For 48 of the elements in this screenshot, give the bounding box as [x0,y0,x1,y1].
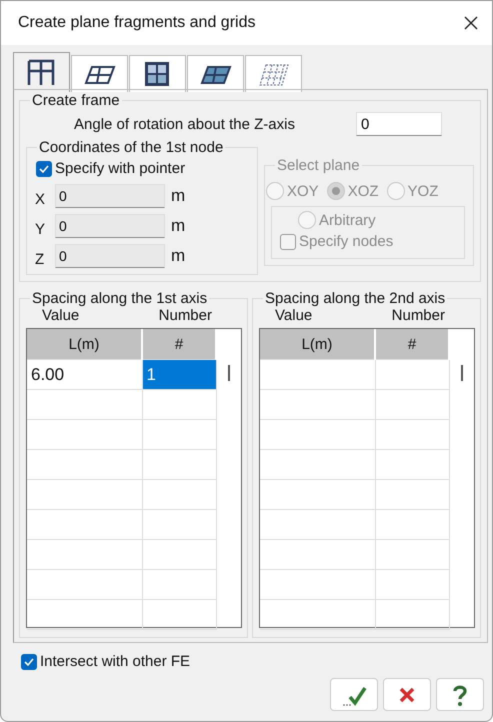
column-caption: Number [158,307,212,324]
close-icon [464,16,478,30]
coordinate-input[interactable]: 0 [55,244,165,268]
help-button[interactable] [436,678,484,711]
angle-input[interactable]: 0 [356,112,442,136]
tab[interactable] [129,55,186,92]
group-title: Select plane [276,157,361,174]
scrollbar-thumb[interactable] [461,365,463,381]
column-caption: Number [392,307,445,324]
frame-icon [26,58,58,88]
radio-label: XOY [287,182,319,200]
axis-label: X [34,190,46,208]
unit-label: m [171,216,186,236]
table-cell[interactable]: 6.00 [27,360,142,390]
table-cell[interactable]: 1 [142,360,216,390]
scrollbar-thumb[interactable] [228,365,230,381]
cancel-button[interactable] [383,678,431,711]
radio-label: YOZ [408,182,438,200]
checkbox[interactable] [36,160,52,176]
column-header: L(m) [260,329,375,360]
checkbox[interactable] [21,654,37,670]
group-title: Create frame [31,92,121,109]
axis-label: Z [34,250,46,268]
tab[interactable] [13,52,70,92]
checkbox-label: Specify nodes [299,233,394,250]
coordinate-input[interactable]: 0 [55,184,165,208]
radio-label: Arbitrary [319,212,376,228]
column-header: # [142,329,216,360]
column-caption: Value [42,307,80,324]
checkbox-label: Intersect with other FE [40,653,190,670]
field-label: Angle of rotation about the Z-axis [74,116,296,132]
tab[interactable] [71,55,128,92]
tab[interactable] [187,55,244,92]
group-title: Spacing along the 2nd axis [264,290,446,307]
axis-label: Y [34,220,46,238]
group-title: Coordinates of the 1st node [38,139,224,156]
window-title: Create plane fragments and grids [18,14,256,32]
ok-button[interactable] [330,678,378,711]
group-title: Spacing along the 1st axis [31,290,208,307]
tab[interactable] [245,55,302,92]
coordinate-input[interactable]: 0 [55,214,165,238]
column-header: # [375,329,449,360]
column-caption: Value [275,307,312,324]
unit-label: m [171,186,186,206]
checkbox-label: Specify with pointer [55,160,186,177]
unit-label: m [171,246,186,266]
column-header: L(m) [27,329,142,360]
radio-label: XOZ [348,182,379,200]
